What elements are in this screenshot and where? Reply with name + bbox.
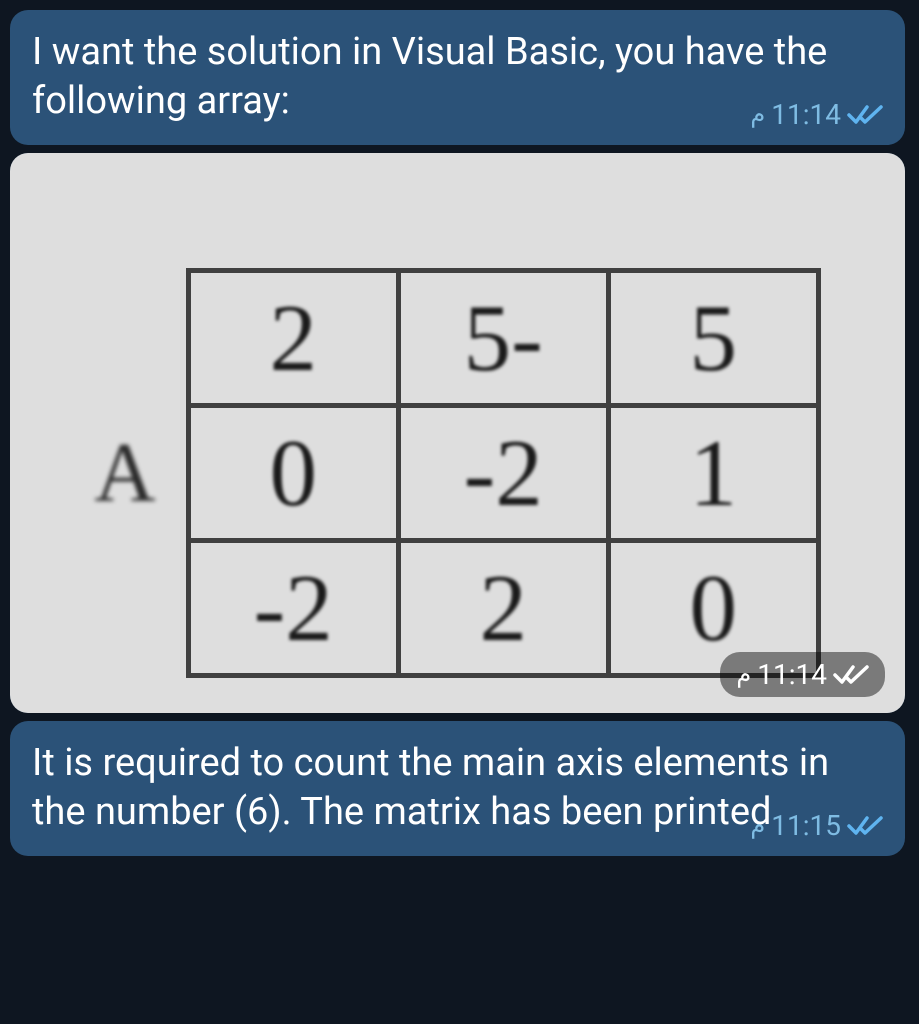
matrix-image-content: A 2 5- 5 0 -2 1 -2 2 0 xyxy=(10,153,905,713)
meridiem-label: م xyxy=(750,811,765,839)
read-status-icon xyxy=(847,100,883,128)
chat-message[interactable]: It is required to count the main axis el… xyxy=(10,721,905,856)
matrix-cell: 1 xyxy=(608,405,818,540)
message-meta: م 11:15 xyxy=(750,809,883,842)
read-status-icon xyxy=(833,660,869,688)
message-time: 11:14 xyxy=(757,658,827,691)
matrix-table: 2 5- 5 0 -2 1 -2 2 0 xyxy=(186,268,821,678)
table-row: -2 2 0 xyxy=(188,540,818,675)
matrix-cell: -2 xyxy=(398,405,608,540)
matrix-cell: 2 xyxy=(188,270,398,405)
matrix-cell: 2 xyxy=(398,540,608,675)
table-row: 0 -2 1 xyxy=(188,405,818,540)
image-message-meta: م 11:14 xyxy=(720,652,885,697)
message-time: 11:15 xyxy=(771,809,841,842)
message-time: 11:14 xyxy=(771,98,841,131)
table-row: 2 5- 5 xyxy=(188,270,818,405)
chat-message[interactable]: I want the solution in Visual Basic, you… xyxy=(10,10,905,145)
matrix-cell: -2 xyxy=(188,540,398,675)
message-text: I want the solution in Visual Basic, you… xyxy=(32,30,827,123)
meridiem-label: م xyxy=(736,660,751,688)
message-text: It is required to count the main axis el… xyxy=(32,741,829,834)
matrix-cell: 5- xyxy=(398,270,608,405)
matrix-label: A xyxy=(94,424,155,522)
message-meta: م 11:14 xyxy=(750,98,883,131)
read-status-icon xyxy=(847,811,883,839)
chat-image-message[interactable]: A 2 5- 5 0 -2 1 -2 2 0 م xyxy=(10,153,905,713)
matrix-cell: 0 xyxy=(188,405,398,540)
matrix-cell: 5 xyxy=(608,270,818,405)
meridiem-label: م xyxy=(750,100,765,128)
